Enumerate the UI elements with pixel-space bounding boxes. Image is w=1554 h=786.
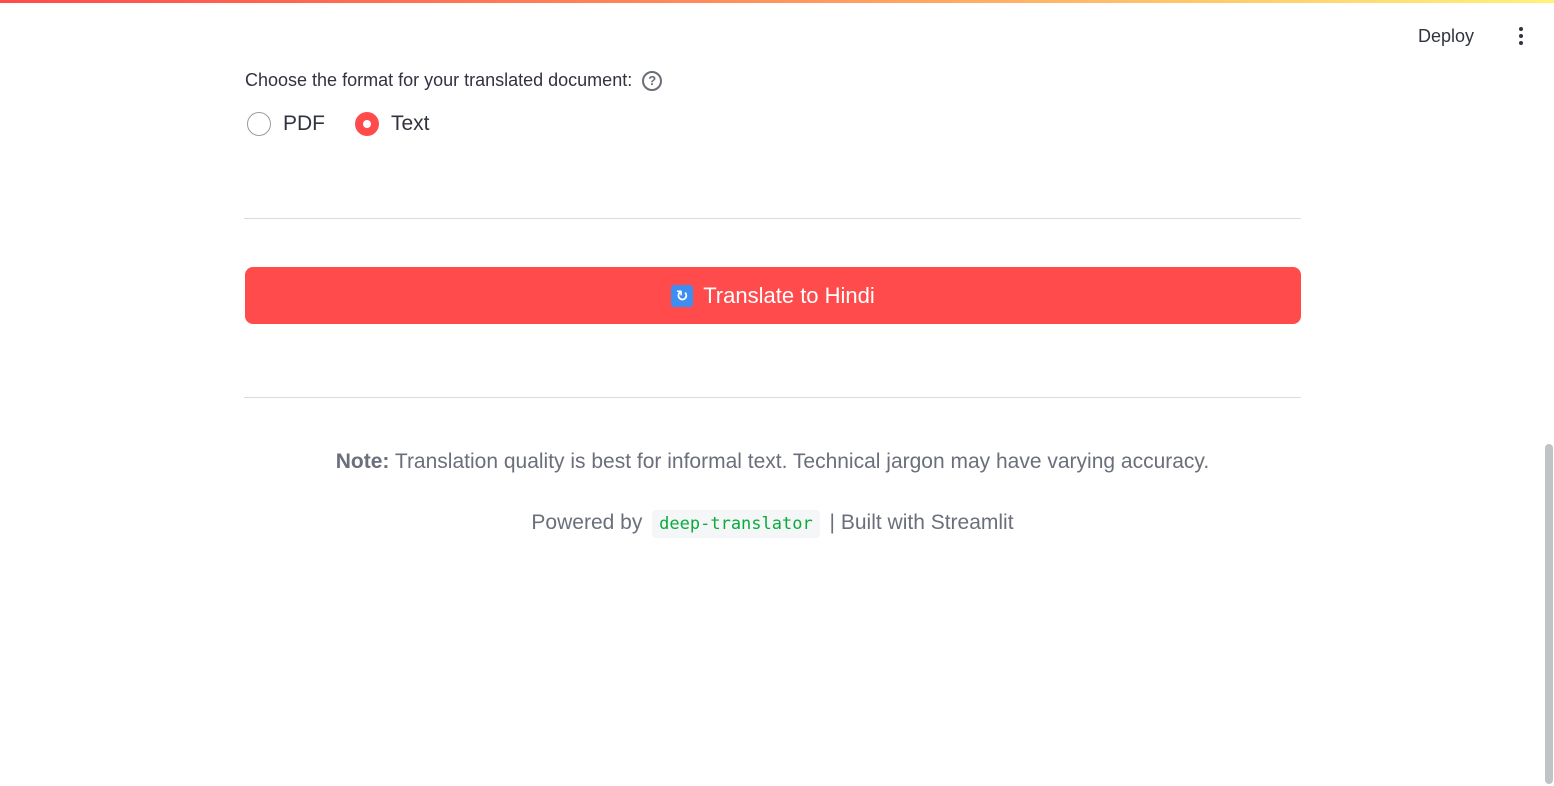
translate-button-label: Translate to Hindi bbox=[703, 282, 875, 308]
divider bbox=[244, 397, 1301, 398]
menu-dot bbox=[1519, 27, 1523, 31]
deploy-button[interactable]: Deploy bbox=[1406, 20, 1486, 52]
radio-option-label: Text bbox=[391, 112, 430, 135]
arrows-counterclockwise-icon: ↻ bbox=[671, 284, 694, 307]
vertical-scrollbar[interactable] bbox=[1545, 444, 1553, 784]
radio-option-pdf[interactable]: PDF bbox=[247, 112, 325, 136]
radio-option-text[interactable]: Text bbox=[355, 112, 430, 136]
question-circle-icon[interactable]: ? bbox=[642, 70, 663, 91]
radio-button-unchecked[interactable] bbox=[247, 112, 271, 136]
powered-by-text: Powered by bbox=[531, 511, 643, 534]
translate-to-hindi-button[interactable]: ↻ Translate to Hindi bbox=[245, 267, 1301, 324]
built-with-text: | Built with Streamlit bbox=[829, 511, 1014, 534]
library-code-chip: deep-translator bbox=[652, 510, 820, 538]
divider bbox=[244, 218, 1301, 219]
format-radio-label: Choose the format for your translated do… bbox=[245, 70, 633, 90]
app-header: Deploy bbox=[0, 0, 1554, 70]
radio-option-label: PDF bbox=[283, 112, 325, 135]
footer-text: Powered by deep-translator | Built with … bbox=[244, 510, 1301, 538]
menu-dot bbox=[1519, 34, 1523, 38]
menu-dot bbox=[1519, 41, 1523, 45]
kebab-menu-icon[interactable] bbox=[1508, 20, 1534, 52]
format-radio-label-row: Choose the format for your translated do… bbox=[245, 70, 663, 91]
format-radio-group: PDF Text bbox=[247, 112, 430, 136]
radio-button-checked[interactable] bbox=[355, 112, 379, 136]
note-prefix: Note: bbox=[335, 450, 390, 473]
note-text: Note: Translation quality is best for in… bbox=[244, 450, 1301, 474]
note-body: Translation quality is best for informal… bbox=[389, 450, 1210, 473]
